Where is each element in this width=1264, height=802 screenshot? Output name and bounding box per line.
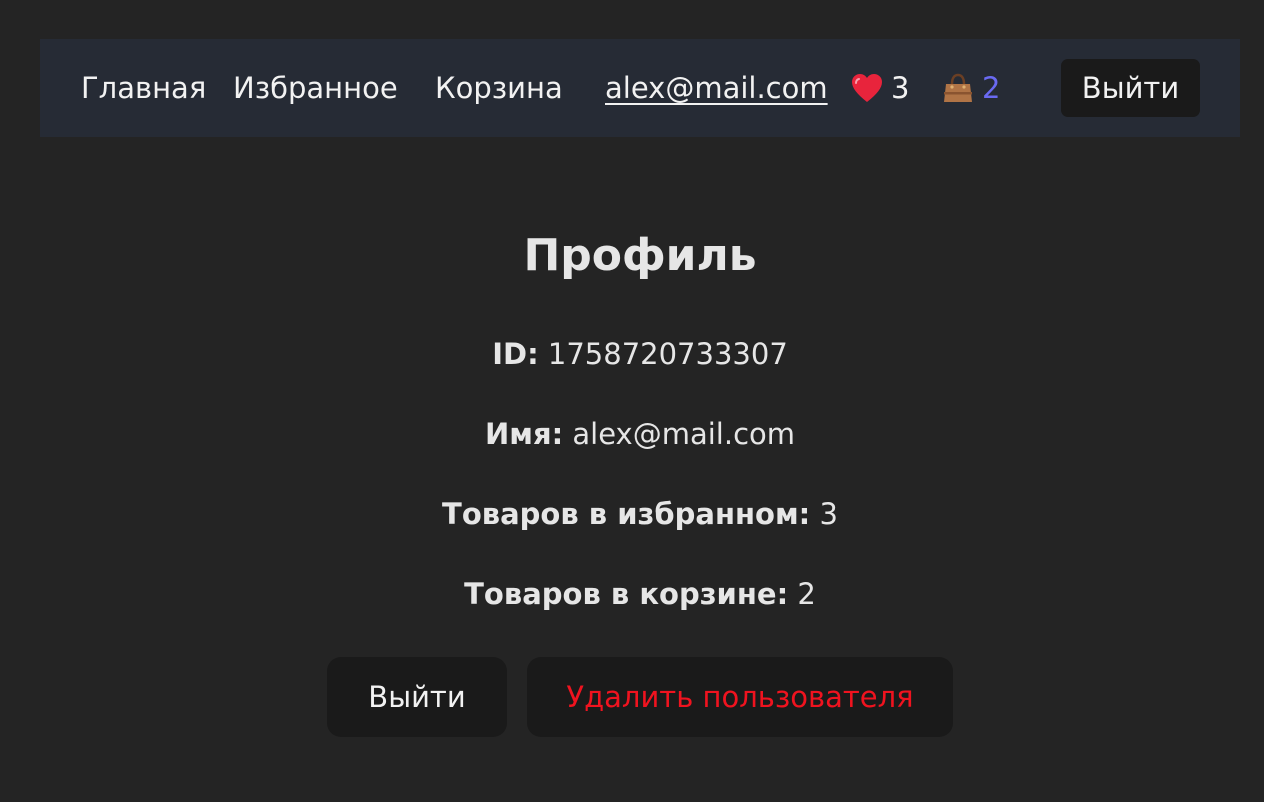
favorites-count: 3 — [891, 71, 910, 105]
profile-name-row: Имя: alex@mail.com — [0, 414, 1264, 454]
favorites-counter[interactable]: 3 — [851, 39, 909, 137]
profile-favorites-label: Товаров в избранном: — [442, 497, 811, 531]
profile-name-value: alex@mail.com — [572, 417, 796, 451]
profile-favorites-row: Товаров в избранном: 3 — [0, 494, 1264, 534]
profile-favorites-value: 3 — [819, 497, 838, 531]
page-title: Профиль — [523, 230, 757, 281]
nav-logout-button[interactable]: Выйти — [1061, 59, 1200, 117]
cart-counter[interactable]: 2 — [942, 39, 1000, 137]
profile-id-row: ID: 1758720733307 — [0, 334, 1264, 374]
profile-cart-label: Товаров в корзине: — [464, 577, 789, 611]
cart-count: 2 — [982, 71, 1001, 105]
profile-cart-value: 2 — [797, 577, 816, 611]
nav-link-home[interactable]: Главная — [81, 39, 206, 137]
profile-id-label: ID: — [492, 337, 539, 371]
shopping-bag-icon — [944, 73, 972, 102]
delete-user-button[interactable]: Удалить пользователя — [527, 657, 953, 737]
navbar: Главная Избранное Корзина alex@mail.com … — [40, 39, 1240, 137]
profile-cart-row: Товаров в корзине: 2 — [0, 574, 1264, 614]
heart-icon — [852, 74, 882, 102]
profile-name-label: Имя: — [484, 417, 564, 451]
logout-button[interactable]: Выйти — [327, 657, 507, 737]
profile-id-value: 1758720733307 — [547, 337, 788, 371]
nav-link-favorites[interactable]: Избранное — [233, 39, 398, 137]
nav-link-cart[interactable]: Корзина — [435, 39, 563, 137]
nav-link-user-email[interactable]: alex@mail.com — [605, 39, 828, 137]
